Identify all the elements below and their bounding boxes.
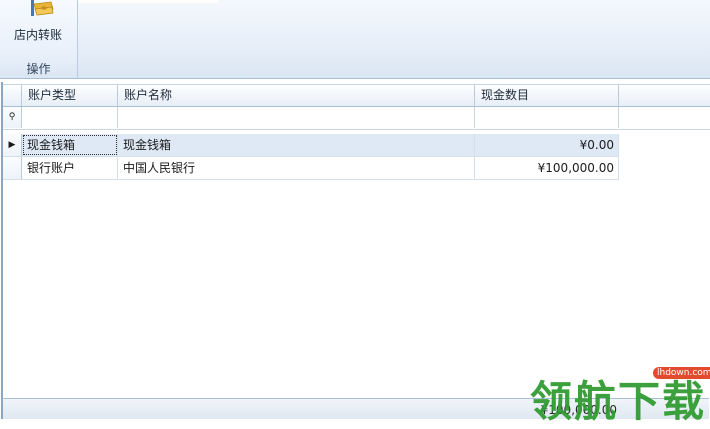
ribbon-group-label: 操作 xyxy=(26,62,51,76)
header-indicator-cell xyxy=(3,85,22,106)
cell-cash-amount[interactable]: ¥0.00 xyxy=(475,134,619,156)
watermark-site: lhdown.com xyxy=(653,367,710,379)
filter-pin-icon: ⚲ xyxy=(3,107,22,128)
store-transfer-button[interactable]: 店内转账 xyxy=(2,0,74,50)
accounts-grid: 账户类型 账户名称 现金数目 ⚲ ▶ 现金钱箱 现金钱箱 ¥0.00 银行账户 … xyxy=(1,82,710,400)
table-row[interactable]: ▶ 现金钱箱 现金钱箱 ¥0.00 xyxy=(3,134,619,157)
watermark-logo: 领航下载 lhdown.com xyxy=(522,360,710,426)
column-header-account-type[interactable]: 账户类型 xyxy=(22,85,118,106)
ribbon-top-highlight xyxy=(78,0,218,3)
cell-account-name[interactable]: 现金钱箱 xyxy=(118,134,475,156)
cell-account-type[interactable]: 现金钱箱 xyxy=(22,134,118,156)
row-indicator-cell xyxy=(3,157,22,179)
column-header-account-name[interactable]: 账户名称 xyxy=(118,85,475,106)
filter-cell-cash-amount[interactable] xyxy=(475,107,619,128)
ribbon-group-operations: 店内转账 操作 xyxy=(0,0,78,78)
filter-cell-account-type[interactable] xyxy=(22,107,118,128)
table-row[interactable]: 银行账户 中国人民银行 ¥100,000.00 xyxy=(3,157,619,180)
grid-header-row: 账户类型 账户名称 现金数目 xyxy=(3,84,710,107)
filter-cell-account-name[interactable] xyxy=(118,107,475,128)
cell-account-type[interactable]: 银行账户 xyxy=(22,157,118,179)
cell-cash-amount[interactable]: ¥100,000.00 xyxy=(475,157,619,179)
ribbon-bar: 店内转账 操作 xyxy=(0,0,710,79)
filter-row: ⚲ xyxy=(3,107,710,130)
row-pointer-icon: ▶ xyxy=(3,134,22,156)
money-transfer-icon xyxy=(31,0,54,16)
column-header-cash-amount[interactable]: 现金数目 xyxy=(475,85,619,106)
cell-account-name[interactable]: 中国人民银行 xyxy=(118,157,475,179)
store-transfer-label: 店内转账 xyxy=(13,28,62,42)
